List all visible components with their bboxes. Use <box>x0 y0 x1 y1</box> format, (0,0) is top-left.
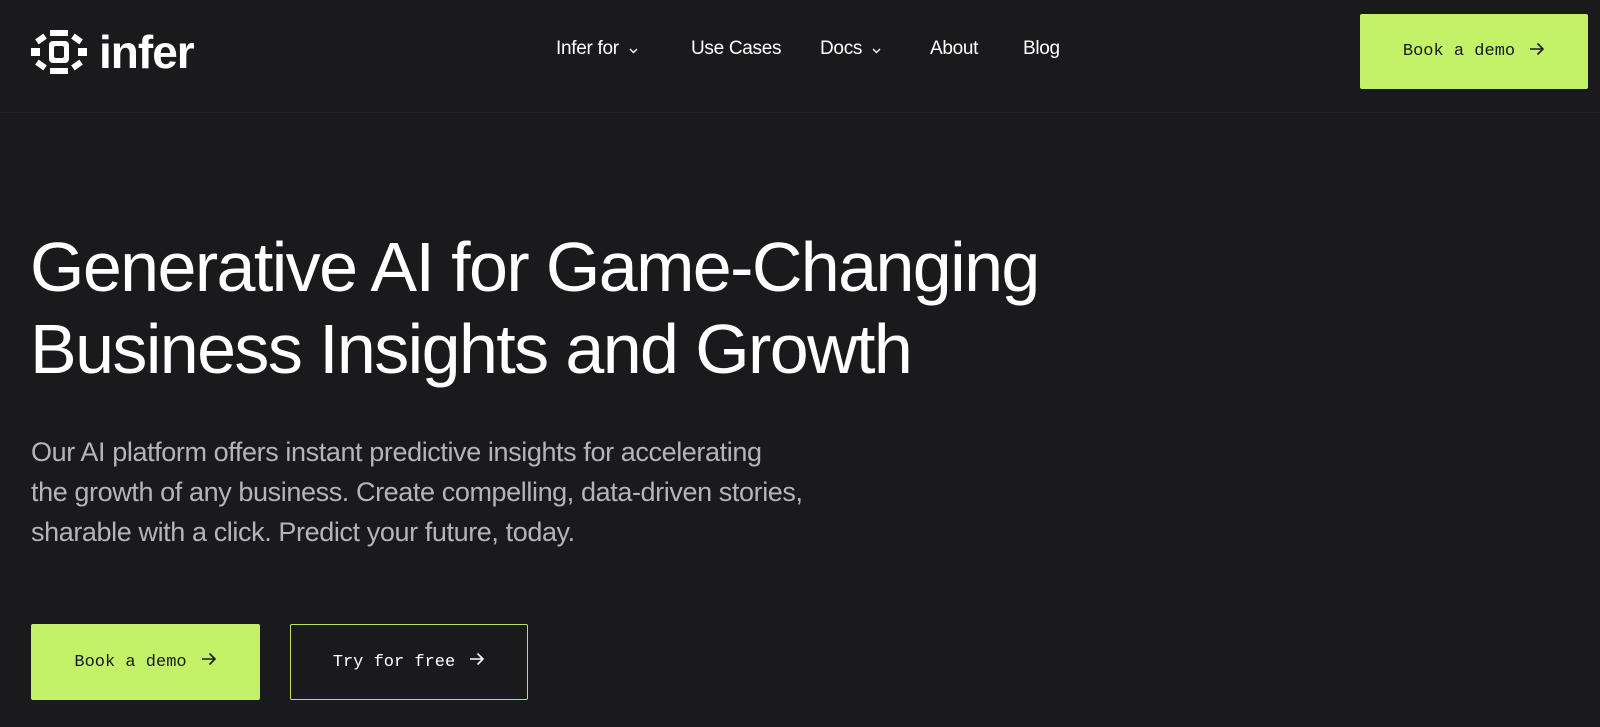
hero-title-line: Generative AI for Game-Changing <box>30 228 1040 306</box>
try-for-free-button[interactable]: Try for free <box>290 624 528 700</box>
arrow-right-icon <box>469 652 485 672</box>
nav-item-label: About <box>930 38 979 59</box>
nav-item-infer-for[interactable]: Infer for <box>556 38 638 60</box>
chevron-down-icon <box>629 38 638 60</box>
nav-item-label: Infer for <box>556 38 619 59</box>
nav-item-use-cases[interactable]: Use Cases <box>691 38 782 60</box>
site-header: infer Infer for Use Cases Docs About Blo… <box>0 0 1600 113</box>
hero-title-line: Business Insights and Growth <box>30 310 913 388</box>
hero-title: Generative AI for Game-Changing Business… <box>30 226 1330 390</box>
hero-book-demo-label: Book a demo <box>74 652 187 672</box>
nav-item-label: Docs <box>820 38 863 59</box>
try-for-free-label: Try for free <box>332 652 456 672</box>
hero-subtitle: Our AI platform offers instant predictiv… <box>31 432 891 552</box>
hero-book-demo-button[interactable]: Book a demo <box>31 624 260 700</box>
hero-subtitle-line: the growth of any business. Create compe… <box>31 477 803 507</box>
nav-item-label: Use Cases <box>691 38 782 59</box>
header-book-demo-label: Book a demo <box>1402 42 1516 61</box>
nav-item-about[interactable]: About <box>930 38 978 60</box>
arrow-right-icon <box>201 652 217 672</box>
chevron-down-icon <box>872 38 881 60</box>
arrow-right-icon <box>1529 42 1545 62</box>
nav-item-label: Blog <box>1023 38 1060 59</box>
nav-item-blog[interactable]: Blog <box>1023 38 1060 60</box>
header-book-demo-button[interactable]: Book a demo <box>1360 14 1588 89</box>
hero-subtitle-line: Our AI platform offers instant predictiv… <box>31 437 762 467</box>
nav-item-docs[interactable]: Docs <box>820 38 881 60</box>
hero-subtitle-line: sharable with a click. Predict your futu… <box>31 517 575 547</box>
